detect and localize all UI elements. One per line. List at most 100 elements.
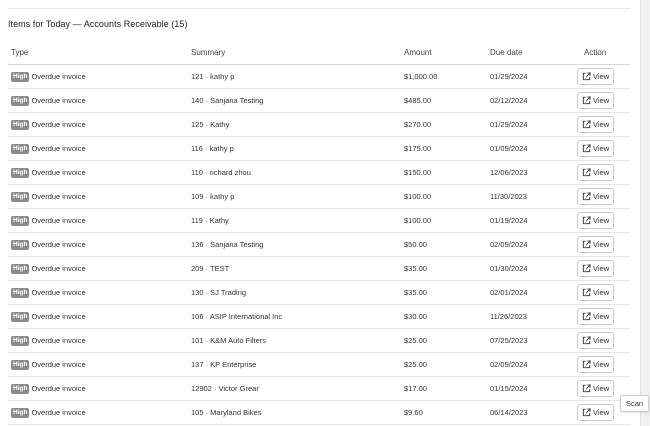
section-title: Items for Today — Accounts Receivable (1…	[8, 19, 188, 29]
table-row: High Overdue invoice 106 · ASIP Internatio…	[8, 305, 630, 329]
view-button-label: View	[593, 168, 610, 177]
cell-type: High Overdue invoice	[8, 191, 191, 202]
cell-summary: 109 · kathy p	[191, 192, 235, 201]
priority-badge: High	[11, 383, 30, 394]
header-amount: Amount	[404, 48, 432, 57]
cell-due-date: 12/06/2023	[490, 168, 528, 177]
priority-badge: High	[11, 119, 30, 130]
view-button-label: View	[593, 240, 610, 249]
cell-amount: $50.00	[404, 240, 427, 249]
cell-amount: $25.00	[404, 360, 427, 369]
cell-summary: 106 · ASIP International Inc	[191, 312, 283, 321]
cell-amount: $35.00	[404, 264, 427, 273]
view-button[interactable]: View	[577, 284, 615, 301]
cell-amount: $25.00	[404, 336, 427, 345]
cell-type: High Overdue invoice	[8, 383, 191, 394]
type-label: Overdue invoice	[31, 312, 86, 321]
cell-due-date: 01/29/2024	[490, 72, 528, 81]
type-label: Overdue invoice	[31, 216, 86, 225]
cell-amount: $100.00	[404, 216, 432, 225]
header-due-date: Due date	[490, 48, 523, 57]
view-button[interactable]: View	[577, 236, 615, 253]
cell-action: View	[577, 188, 630, 205]
cell-due-date: 11/26/2023	[490, 312, 527, 321]
type-label: Overdue invoice	[31, 384, 86, 393]
cell-action: View	[577, 308, 630, 325]
table-row: High Overdue invoice 137 · KP Enterprise $2…	[8, 353, 630, 377]
type-label: Overdue invoice	[31, 168, 86, 177]
external-link-icon	[582, 384, 591, 393]
cell-summary: 130 · SJ Trading	[191, 288, 247, 297]
cell-amount: $17.00	[404, 384, 427, 393]
view-button[interactable]: View	[577, 188, 615, 205]
cell-due-date: 02/12/2024	[490, 96, 528, 105]
cell-action: View	[577, 212, 630, 229]
type-label: Overdue invoice	[31, 192, 86, 201]
external-link-icon	[582, 240, 591, 249]
view-button[interactable]: View	[577, 380, 615, 397]
table-row: High Overdue invoice 110 · richard zhou $15…	[8, 161, 630, 185]
view-button[interactable]: View	[577, 212, 615, 229]
cell-amount: $100.00	[404, 192, 432, 201]
cell-action: View	[577, 332, 630, 349]
view-button-label: View	[593, 360, 610, 369]
cell-due-date: 02/09/2024	[490, 360, 528, 369]
view-button[interactable]: View	[577, 356, 615, 373]
cell-summary: 121 · kathy p	[191, 72, 235, 81]
cell-type: High Overdue invoice	[8, 167, 191, 178]
cell-due-date: 01/19/2024	[490, 216, 528, 225]
cell-type: High Overdue invoice	[8, 143, 191, 154]
type-label: Overdue invoice	[31, 144, 86, 153]
external-link-icon	[582, 312, 591, 321]
cell-type: High Overdue invoice	[8, 311, 191, 322]
table-row: High Overdue invoice 119 · Kathy $100.00 01/…	[8, 209, 630, 233]
external-link-icon	[582, 192, 591, 201]
view-button-label: View	[593, 216, 610, 225]
cell-amount: $270.00	[404, 120, 432, 129]
cell-amount: $9.60	[404, 408, 423, 417]
priority-badge: High	[11, 95, 30, 106]
external-link-icon	[582, 96, 591, 105]
priority-badge: High	[11, 263, 30, 274]
view-button[interactable]: View	[577, 164, 615, 181]
view-button[interactable]: View	[577, 140, 615, 157]
cell-action: View	[577, 116, 630, 133]
view-button[interactable]: View	[577, 332, 615, 349]
view-button[interactable]: View	[577, 68, 615, 85]
type-label: Overdue invoice	[31, 264, 86, 273]
type-label: Overdue invoice	[31, 72, 86, 81]
cell-due-date: 02/09/2024	[490, 240, 528, 249]
priority-badge: High	[11, 143, 30, 154]
cell-due-date: 01/30/2024	[490, 264, 528, 273]
cell-due-date: 02/01/2024	[490, 288, 528, 297]
header-summary: Summary	[191, 48, 226, 57]
cell-due-date: 01/29/2024	[490, 120, 528, 129]
external-link-icon	[582, 336, 591, 345]
cell-due-date: 06/14/2023	[490, 408, 528, 417]
view-button[interactable]: View	[577, 92, 615, 109]
table-row: High Overdue invoice 105 · Maryland Bikes $…	[8, 401, 630, 425]
cell-summary: 136 · Sanjana Testing	[191, 240, 264, 249]
table-row: High Overdue invoice 116 · kathy p $175.00 0…	[8, 137, 630, 161]
view-button[interactable]: View	[577, 260, 615, 277]
cell-action: View	[577, 92, 630, 109]
cell-summary: 140 · Sanjana Testing	[191, 96, 264, 105]
view-button[interactable]: View	[577, 308, 615, 325]
scrollbar-track[interactable]	[640, 0, 650, 426]
cell-action: View	[577, 284, 630, 301]
priority-badge: High	[11, 71, 30, 82]
cell-summary: 209 · TEST	[191, 264, 230, 273]
cell-action: View	[577, 260, 630, 277]
table-row: High Overdue invoice 125 · Kathy $270.00 01/…	[8, 113, 630, 137]
cell-action: View	[577, 164, 630, 181]
header-type: Type	[11, 48, 29, 57]
view-button[interactable]: View	[577, 404, 615, 421]
priority-badge: High	[11, 167, 30, 178]
scan-button[interactable]: Scan	[620, 395, 650, 412]
type-label: Overdue invoice	[31, 96, 86, 105]
view-button[interactable]: View	[577, 116, 615, 133]
cell-type: High Overdue invoice	[8, 71, 191, 82]
table-row: High Overdue invoice 109 · kathy p $100.00 1…	[8, 185, 630, 209]
cell-summary: 137 · KP Enterprise	[191, 360, 257, 369]
cell-summary: 12902 · Victor Grear	[191, 384, 259, 393]
